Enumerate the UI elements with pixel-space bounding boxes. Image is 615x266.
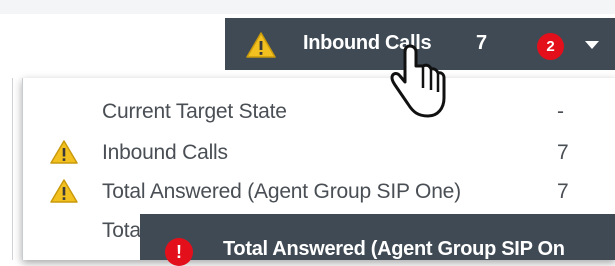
- alert-count-badge[interactable]: 2: [537, 33, 564, 60]
- caret-down-icon[interactable]: [585, 41, 599, 49]
- item-label: Current Target State: [102, 100, 287, 123]
- warning-icon: [50, 179, 78, 203]
- warning-icon: [246, 32, 276, 58]
- hand-pointer-icon: [390, 44, 446, 118]
- warning-icon: [50, 140, 78, 164]
- notification-text: Total Answered (Agent Group SIP On: [223, 238, 565, 260]
- dropdown-item-total-answered[interactable]: Total Answered (Agent Group SIP One) 7: [23, 172, 615, 210]
- item-value: 7: [557, 141, 569, 164]
- underlying-app-divider: [12, 78, 13, 260]
- item-label: Inbound Calls: [102, 141, 228, 164]
- item-label: Tota: [102, 219, 141, 242]
- error-icon: !: [165, 238, 193, 266]
- dropdown-item-inbound-calls[interactable]: Inbound Calls 7: [23, 133, 615, 171]
- item-value: -: [557, 100, 564, 123]
- statistic-value: 7: [476, 32, 488, 54]
- underlying-app-strip: [0, 0, 615, 14]
- item-value: 7: [557, 180, 569, 203]
- dropdown-item-current-target-state[interactable]: Current Target State -: [23, 92, 615, 130]
- item-label: Total Answered (Agent Group SIP One): [102, 180, 461, 203]
